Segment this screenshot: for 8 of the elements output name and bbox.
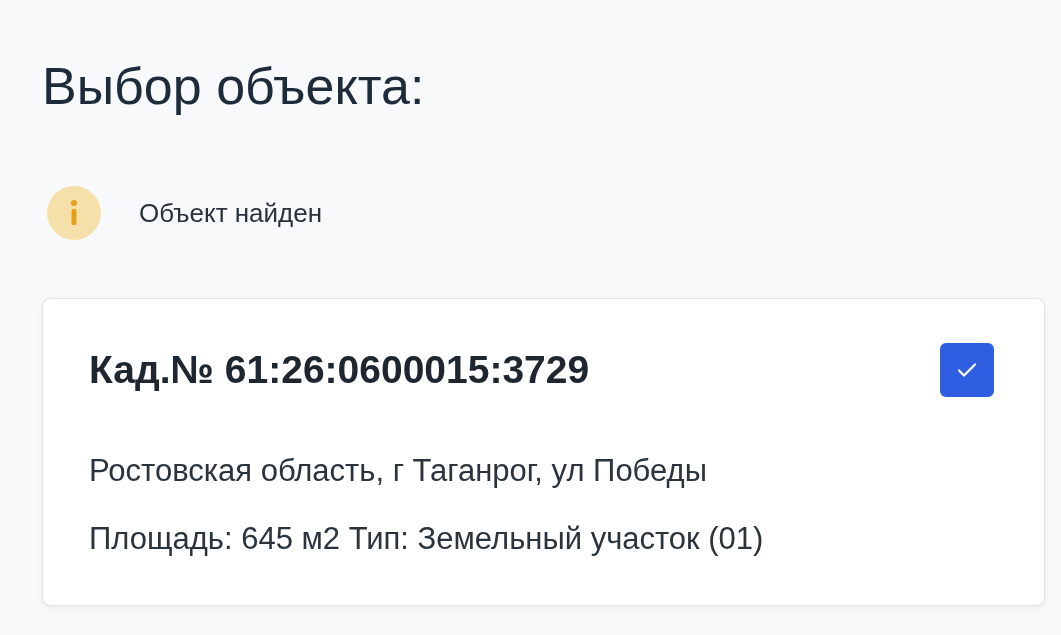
page-title: Выбор объекта: [42, 56, 426, 117]
status-message: Объект найден [139, 197, 323, 229]
object-card[interactable]: Кад.№ 61:26:0600015:3729 Ростовская область, г Таганрог, ул Победы Площадь: 645 м2 Тип: Земельный участок (01) [42, 298, 1045, 606]
info-icon [47, 186, 101, 240]
object-detail: Ростовская область, г Таганрог, ул Победы [89, 452, 708, 490]
select-checkbox[interactable] [940, 343, 994, 397]
object-detail: Площадь: 645 м2 Тип: Земельный участок (01) [89, 520, 765, 558]
cadastral-number: Кад.№ 61:26:0600015:3729 [89, 348, 590, 392]
